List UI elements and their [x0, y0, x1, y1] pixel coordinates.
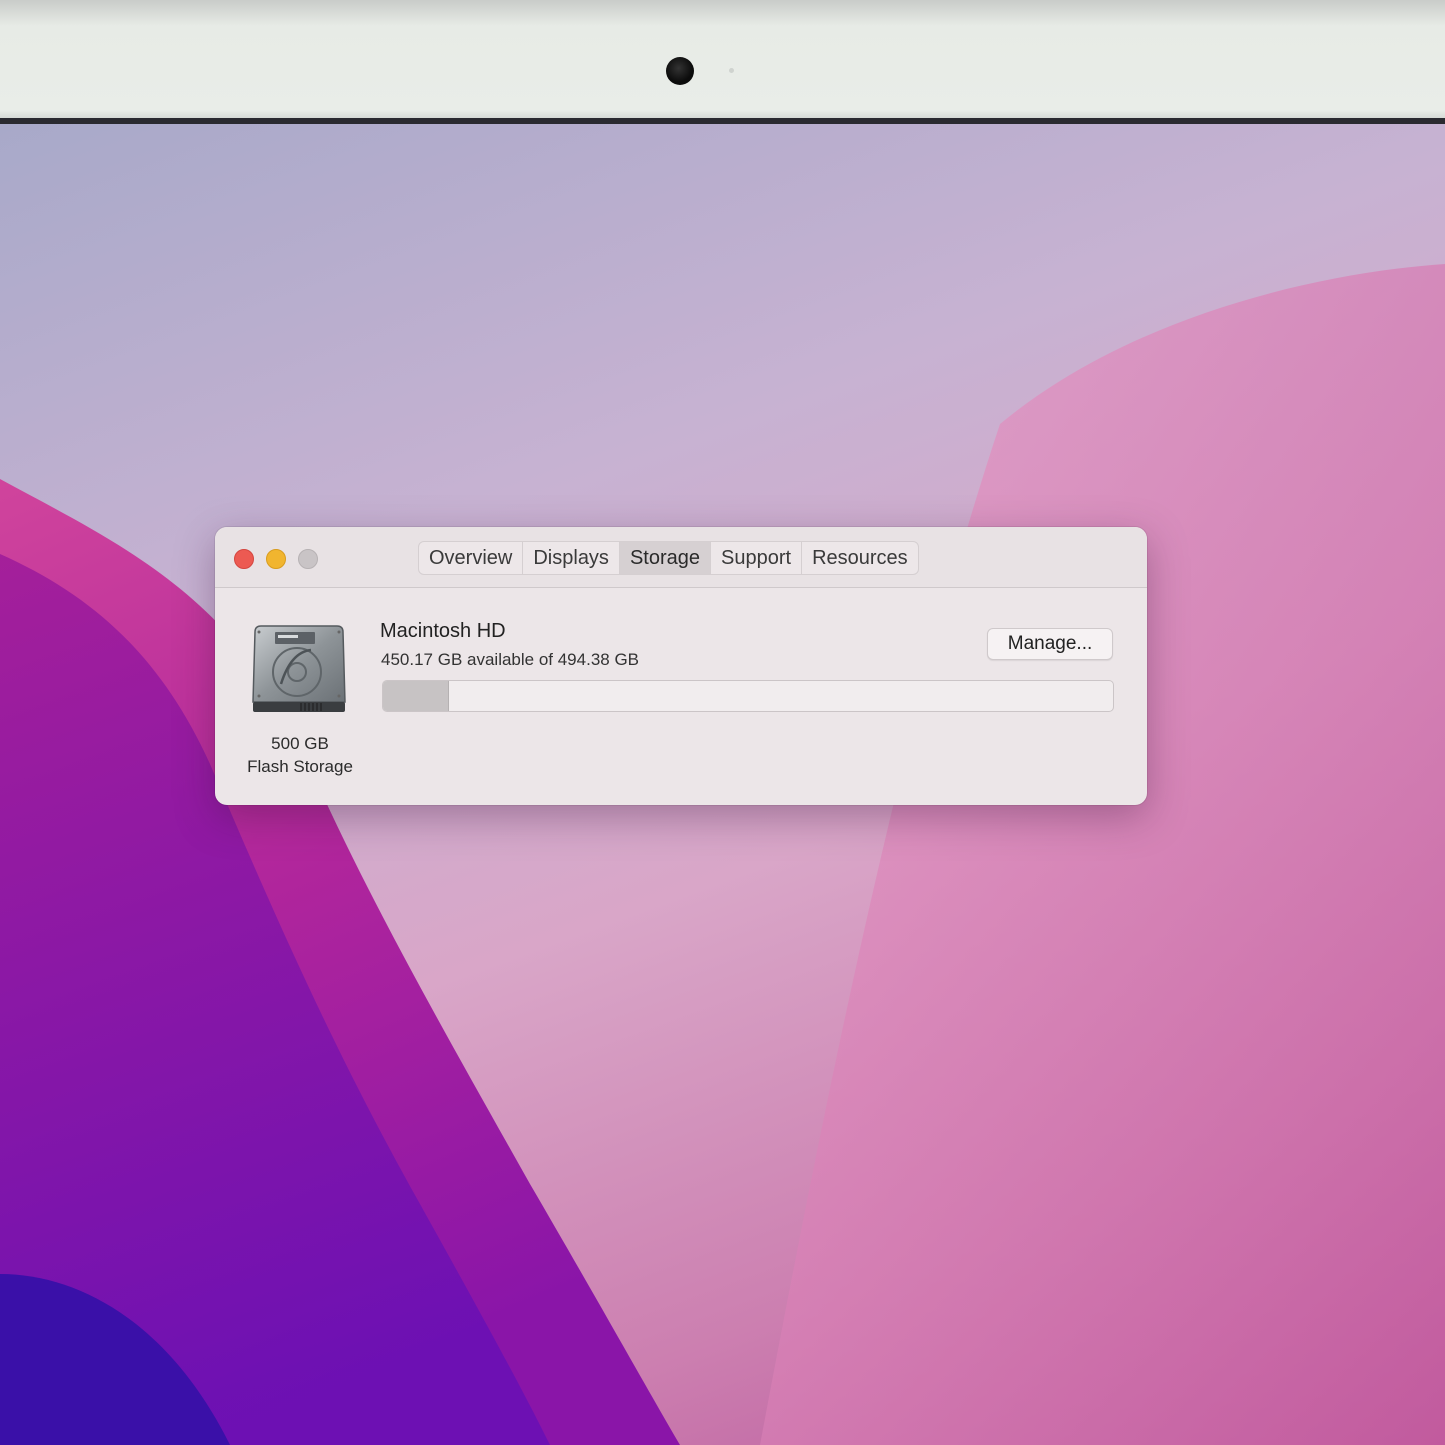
tab-displays[interactable]: Displays [523, 542, 620, 574]
camera-light [729, 68, 734, 73]
tab-bar: Overview Displays Storage Support Resour… [418, 541, 919, 575]
title-bar: Overview Displays Storage Support Resour… [215, 527, 1147, 588]
storage-pane: 500 GB Flash Storage Macintosh HD 450.17… [215, 588, 1147, 805]
tab-storage[interactable]: Storage [619, 542, 711, 574]
manage-button[interactable]: Manage... [987, 628, 1113, 660]
tab-resources[interactable]: Resources [802, 542, 918, 574]
tab-support[interactable]: Support [711, 542, 803, 574]
hard-drive-icon [252, 625, 346, 712]
drive-capacity: 500 GB [271, 734, 329, 753]
close-button[interactable] [234, 549, 254, 569]
minimize-button[interactable] [266, 549, 286, 569]
zoom-button [298, 549, 318, 569]
drive-caption: 500 GB Flash Storage [235, 732, 365, 778]
volume-name: Macintosh HD [380, 620, 506, 642]
storage-usage-bar [382, 680, 1114, 712]
storage-used-segment [383, 681, 450, 711]
volume-availability: 450.17 GB available of 494.38 GB [381, 650, 640, 669]
camera-icon [666, 57, 694, 85]
drive-type: Flash Storage [247, 757, 353, 776]
tab-overview[interactable]: Overview [419, 542, 524, 574]
laptop-bezel [0, 0, 1445, 122]
about-this-mac-window: Overview Displays Storage Support Resour… [215, 527, 1147, 805]
